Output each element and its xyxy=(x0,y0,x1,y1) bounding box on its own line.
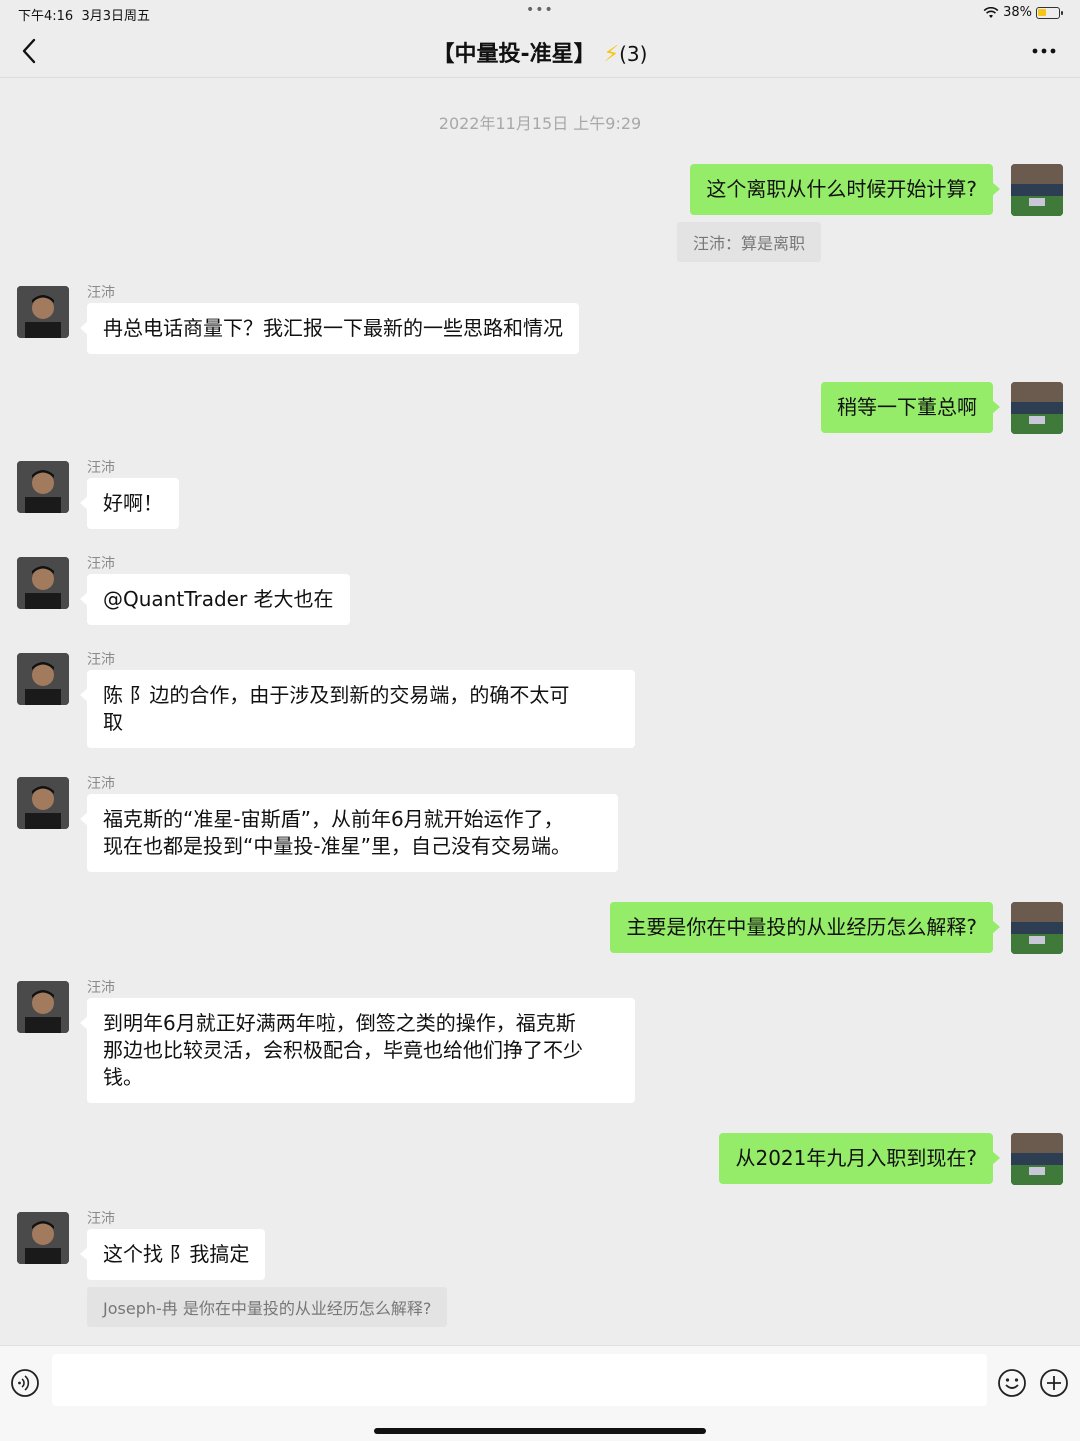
status-bar: 下午4:16 3月3日周五 ••• 38% xyxy=(0,0,1080,26)
person-avatar-image xyxy=(17,653,69,705)
person-avatar-image xyxy=(17,1212,69,1264)
voice-icon[interactable] xyxy=(10,1368,40,1398)
sender-name: 汪沛 xyxy=(87,460,115,476)
avatar-wangpei[interactable] xyxy=(17,1212,69,1264)
chat-timestamp: 2022年11月15日 上午9:29 xyxy=(438,114,642,133)
avatar-wangpei[interactable] xyxy=(17,653,69,705)
emoji-icon[interactable] xyxy=(997,1368,1027,1398)
wifi-icon xyxy=(983,6,999,18)
group-name: 【中量投-准星】 xyxy=(432,42,596,67)
person-avatar-image xyxy=(17,286,69,338)
nav-bar: 【中量投-准星】 ⚡(3) xyxy=(0,26,1080,78)
incoming-bubble[interactable]: 福克斯的“准星-宙斯盾”，从前年6月就开始运作了， 现在也都是投到“中量投-准星… xyxy=(80,794,618,872)
sender-name: 汪沛 xyxy=(87,980,115,996)
message-line: 钱。 xyxy=(103,1065,143,1089)
message-line: 福克斯的“准星-宙斯盾”，从前年6月就开始运作了， xyxy=(103,807,564,831)
person-avatar-image xyxy=(17,557,69,609)
outgoing-bubble[interactable]: 稍等一下董总啊 xyxy=(821,382,1000,433)
stadium-avatar-image xyxy=(1011,382,1063,434)
person-avatar-image xyxy=(17,777,69,829)
sender-name: 汪沛 xyxy=(87,1211,115,1227)
battery-percent: 38% xyxy=(1003,5,1032,20)
input-bar xyxy=(0,1345,1080,1441)
message-line: 到明年6月就正好满两年啦，倒签之类的操作，福克斯 xyxy=(103,1011,576,1035)
incoming-bubble[interactable]: 这个找 阝我搞定 xyxy=(79,1229,266,1280)
status-right: 38% xyxy=(983,5,1063,20)
incoming-bubble[interactable]: @QuantTrader 老大也在 xyxy=(80,574,350,625)
incoming-bubble[interactable]: 陈 阝边的合作，由于涉及到新的交易端，的确不太可 取 xyxy=(80,670,635,748)
avatar-self[interactable] xyxy=(1011,1133,1063,1185)
sender-name: 汪沛 xyxy=(87,652,115,668)
plus-icon[interactable] xyxy=(1039,1368,1069,1398)
stadium-avatar-image xyxy=(1011,1133,1063,1185)
avatar-self[interactable] xyxy=(1011,902,1063,954)
stadium-avatar-image xyxy=(1011,164,1063,216)
message-line: 那边也比较灵活，会积极配合，毕竟也给他们挣了不少 xyxy=(103,1038,583,1062)
sender-name: 汪沛 xyxy=(87,556,115,572)
quoted-message[interactable]: 汪沛：算是离职 xyxy=(676,222,821,262)
person-avatar-image xyxy=(17,461,69,513)
stadium-avatar-image xyxy=(1011,902,1063,954)
home-indicator[interactable] xyxy=(374,1428,706,1434)
member-count: (3) xyxy=(619,42,648,66)
incoming-bubble[interactable]: 冉总电话商量下？我汇报一下最新的一些思路和情况 xyxy=(80,303,579,354)
battery-icon xyxy=(1036,6,1063,19)
sender-name: 汪沛 xyxy=(87,776,115,792)
avatar-wangpei[interactable] xyxy=(17,461,69,513)
avatar-wangpei[interactable] xyxy=(17,557,69,609)
multitask-dots-icon[interactable]: ••• xyxy=(526,2,554,18)
outgoing-bubble[interactable]: 主要是你在中量投的从业经历怎么解释? xyxy=(610,902,1000,953)
person-avatar-image xyxy=(17,981,69,1033)
status-clock: 下午4:16 xyxy=(18,9,74,24)
bolt-icon: ⚡ xyxy=(603,42,620,67)
avatar-wangpei[interactable] xyxy=(17,981,69,1033)
incoming-bubble[interactable]: 好啊！ xyxy=(80,478,179,529)
message-line: 取 xyxy=(103,710,123,734)
status-date: 3月3日周五 xyxy=(81,9,151,24)
sender-name: 汪沛 xyxy=(87,285,115,301)
message-input[interactable] xyxy=(52,1354,987,1406)
more-dots-icon[interactable] xyxy=(1030,38,1058,64)
incoming-bubble[interactable]: 到明年6月就正好满两年啦，倒签之类的操作，福克斯 那边也比较灵活，会积极配合，毕… xyxy=(80,998,635,1103)
avatar-wangpei[interactable] xyxy=(17,777,69,829)
chat-title: 【中量投-准星】 ⚡(3) xyxy=(0,36,1080,68)
outgoing-bubble[interactable]: 从2021年九月入职到现在? xyxy=(719,1133,1000,1184)
outgoing-bubble[interactable]: 这个离职从什么时候开始计算? xyxy=(690,164,1000,215)
avatar-self[interactable] xyxy=(1011,164,1063,216)
message-line: 现在也都是投到“中量投-准星”里，自己没有交易端。 xyxy=(103,834,571,858)
message-line: 陈 阝边的合作，由于涉及到新的交易端，的确不太可 xyxy=(103,683,570,707)
avatar-wangpei[interactable] xyxy=(17,286,69,338)
quoted-message[interactable]: Joseph-冉 是你在中量投的从业经历怎么解释? xyxy=(87,1287,448,1327)
avatar-self[interactable] xyxy=(1011,382,1063,434)
status-time: 下午4:16 3月3日周五 xyxy=(18,5,150,24)
